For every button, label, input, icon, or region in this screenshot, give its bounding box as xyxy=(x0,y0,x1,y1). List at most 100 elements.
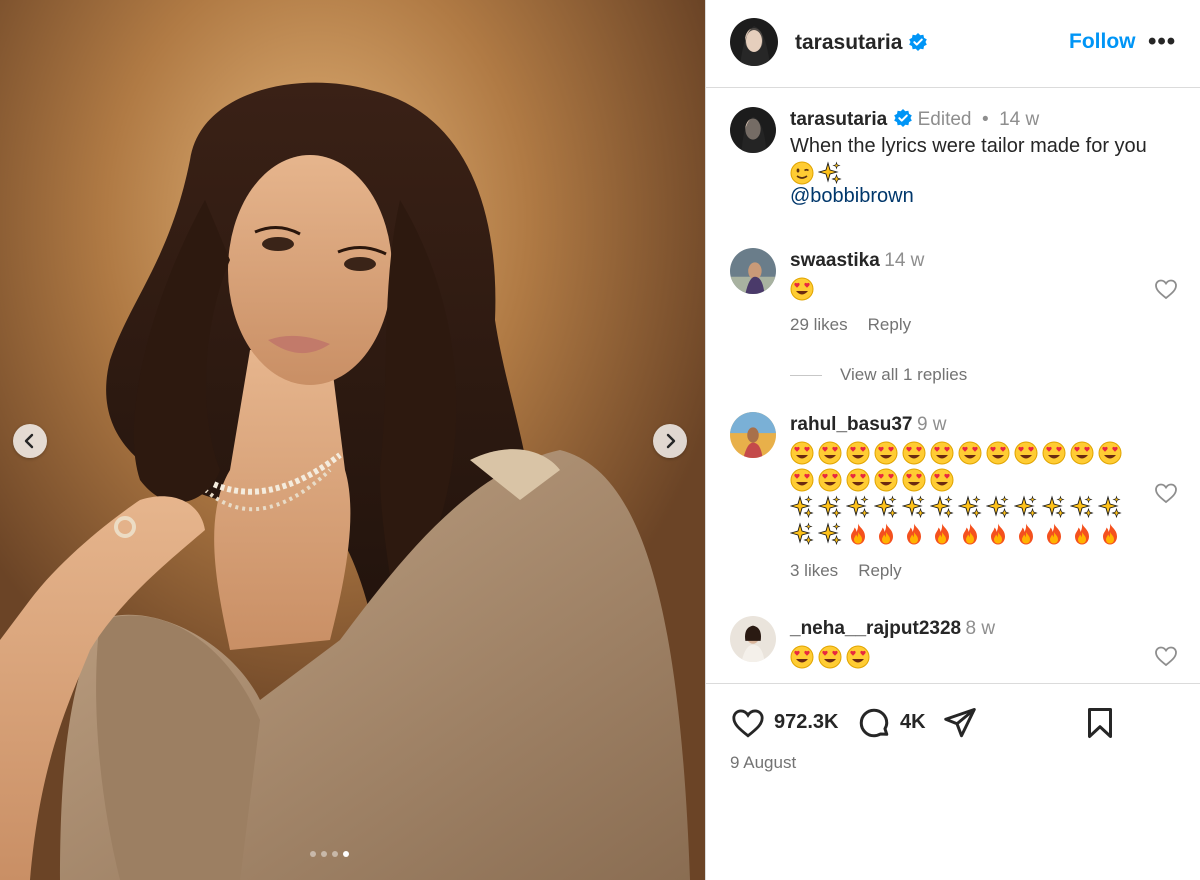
emoji xyxy=(1042,522,1066,546)
view-replies-label[interactable]: View all 1 replies xyxy=(840,365,967,385)
emoji xyxy=(818,468,842,492)
emoji xyxy=(1042,495,1066,519)
comments-count[interactable]: 4K xyxy=(900,711,926,734)
emoji xyxy=(846,441,870,465)
more-icon: ••• xyxy=(1148,28,1177,55)
caption-avatar[interactable] xyxy=(730,107,776,153)
post-header: tarasutaria Follow ••• xyxy=(706,0,1200,88)
carousel-indicator xyxy=(310,851,349,857)
comment-item: swaastika 14 w 29 likes Reply xyxy=(790,250,931,335)
follow-button[interactable]: Follow xyxy=(1069,30,1136,54)
emoji xyxy=(1070,495,1094,519)
carousel-dot xyxy=(343,851,349,857)
emoji xyxy=(958,522,982,546)
likes-count[interactable]: 972.3K xyxy=(774,711,839,734)
emoji xyxy=(930,495,954,519)
comment-actions: 29 likes Reply xyxy=(790,315,931,335)
heart-icon[interactable] xyxy=(1154,644,1178,668)
emoji xyxy=(1014,522,1038,546)
comment-time[interactable]: 9 w xyxy=(917,414,947,435)
emoji xyxy=(790,522,814,546)
emoji xyxy=(874,522,898,546)
replies-line xyxy=(790,374,822,376)
comment-likes[interactable]: 3 likes xyxy=(790,561,838,580)
comment-username[interactable]: swaastika xyxy=(790,250,880,271)
emoji xyxy=(790,495,814,519)
emoji xyxy=(902,495,926,519)
mention-link[interactable]: @bobbibrown xyxy=(790,185,1180,208)
verified-icon xyxy=(909,33,928,51)
comment-time[interactable]: 8 w xyxy=(966,618,996,639)
previous-slide-button[interactable] xyxy=(13,424,47,458)
comment-avatar[interactable] xyxy=(730,412,776,458)
emoji xyxy=(930,441,954,465)
comment-text-line xyxy=(790,520,1160,547)
post-date: 9 August xyxy=(730,753,797,772)
heart-icon[interactable] xyxy=(1154,277,1178,301)
comments-list[interactable]: tarasutaria Edited • 14 w When the lyric… xyxy=(706,89,1200,683)
comment-actions: 3 likes Reply xyxy=(790,561,1160,581)
emoji xyxy=(846,645,870,669)
chevron-right-icon xyxy=(666,433,676,449)
emoji xyxy=(986,495,1010,519)
emoji xyxy=(1098,441,1122,465)
next-slide-button[interactable] xyxy=(653,424,687,458)
emoji xyxy=(1070,441,1094,465)
author-username[interactable]: tarasutaria xyxy=(795,31,928,55)
emoji xyxy=(790,468,814,492)
comment-avatar[interactable] xyxy=(730,248,776,294)
author-avatar[interactable] xyxy=(730,18,778,66)
comment-text-line xyxy=(790,466,1160,493)
emoji xyxy=(902,468,926,492)
emoji xyxy=(818,645,842,669)
post-detail-panel: tarasutaria Follow ••• tarasutaria Edite… xyxy=(705,0,1200,880)
emoji xyxy=(790,645,814,669)
comment-username[interactable]: rahul_basu37 xyxy=(790,414,913,435)
emoji xyxy=(790,441,814,465)
emoji xyxy=(1014,441,1038,465)
emoji xyxy=(818,495,842,519)
comment-username[interactable]: _neha__rajput2328 xyxy=(790,618,961,639)
reply-button[interactable]: Reply xyxy=(868,315,911,334)
carousel-dot xyxy=(332,851,338,857)
comment-icon[interactable] xyxy=(856,705,892,741)
post-footer: 972.3K 4K 9 August xyxy=(706,683,1200,880)
carousel-dot xyxy=(310,851,316,857)
share-icon[interactable] xyxy=(942,705,978,741)
emoji xyxy=(986,522,1010,546)
carousel-dot xyxy=(321,851,327,857)
emoji xyxy=(846,495,870,519)
comment-text-line xyxy=(790,439,1160,466)
comment-item: rahul_basu37 9 w 3 likes Reply xyxy=(790,414,1160,581)
emoji xyxy=(958,495,982,519)
caption-time[interactable]: 14 w xyxy=(999,109,1039,130)
emoji xyxy=(818,161,842,185)
author-username-text[interactable]: tarasutaria xyxy=(795,31,902,54)
emoji xyxy=(958,441,982,465)
comment-text xyxy=(790,643,995,669)
caption-text: When the lyrics were tailor made for you xyxy=(790,135,1147,157)
emoji xyxy=(818,522,842,546)
emoji xyxy=(818,441,842,465)
view-replies[interactable]: View all 1 replies xyxy=(790,365,967,385)
emoji xyxy=(1098,495,1122,519)
reply-button[interactable]: Reply xyxy=(858,561,901,580)
comment-time[interactable]: 14 w xyxy=(884,250,924,271)
heart-icon[interactable] xyxy=(730,706,766,740)
post-media[interactable] xyxy=(0,0,705,880)
comment-text xyxy=(790,275,931,301)
emoji xyxy=(790,161,814,185)
more-options-button[interactable]: ••• xyxy=(1148,28,1176,56)
caption-emojis xyxy=(790,159,1180,185)
emoji xyxy=(1014,495,1038,519)
bookmark-icon[interactable] xyxy=(1082,705,1118,741)
comment-avatar[interactable] xyxy=(730,616,776,662)
emoji xyxy=(986,441,1010,465)
separator: • xyxy=(981,109,989,130)
emoji xyxy=(930,468,954,492)
comment-likes[interactable]: 29 likes xyxy=(790,315,848,334)
heart-icon[interactable] xyxy=(1154,481,1178,505)
caption-username[interactable]: tarasutaria xyxy=(790,109,887,130)
emoji xyxy=(846,522,870,546)
comment-item: _neha__rajput2328 8 w xyxy=(790,618,995,669)
